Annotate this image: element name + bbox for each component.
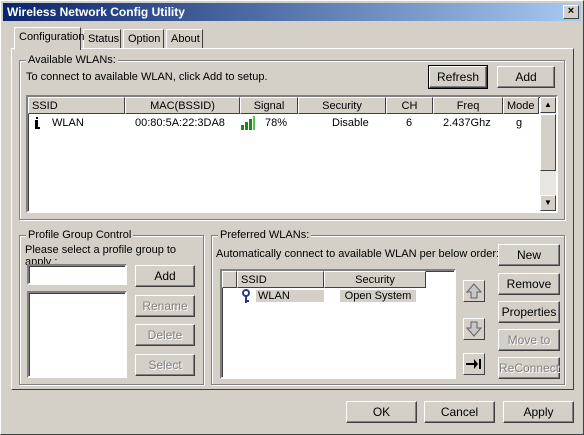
tab-option[interactable]: Option [123,29,164,49]
tab-label: About [171,33,200,45]
column-header-ssid[interactable]: SSID [28,97,125,114]
preferred-properties-button[interactable]: Properties [498,301,560,323]
scroll-up-icon[interactable]: ▲ [540,97,556,113]
wlan-security: Disable [332,117,369,129]
preferred-remove-button[interactable]: Remove [498,273,560,295]
tab-label: Option [128,33,161,45]
profile-rename-button[interactable]: Rename [135,295,195,317]
ok-button[interactable]: OK [346,401,417,423]
close-button[interactable]: × [563,5,579,19]
preferred-wlans-list[interactable]: SSID Security WLAN Open System [220,269,456,379]
scroll-down-icon[interactable]: ▼ [540,195,556,211]
apply-button[interactable]: Apply [503,401,574,423]
available-hint: To connect to available WLAN, click Add … [26,71,268,83]
table-row[interactable]: WLAN Open System [222,289,454,305]
wlan-freq: 2.437Ghz [443,117,491,129]
available-wlans-list[interactable]: SSID MAC(BSSID) Signal Security CH Freq … [26,95,558,213]
preferred-hint: Automatically connect to available WLAN … [216,248,500,260]
window-title: Wireless Network Config Utility [7,5,185,19]
move-up-icon[interactable] [463,280,485,302]
pin-icon[interactable] [463,353,485,375]
tab-label: Configuration [19,31,85,43]
column-header-freq[interactable]: Freq [433,97,503,114]
wlan-mac: 00:80:5A:22:3DA8 [135,117,225,129]
table-row[interactable]: WLAN 00:80:5A:22:3DA8 78% Disable 6 2.43… [28,115,539,131]
profile-name-input[interactable] [27,264,127,285]
wlan-signal: 78% [265,117,288,129]
profile-group-control: Profile Group Control Please select a pr… [19,229,204,385]
preferred-reconnect-button[interactable]: ReConnect [498,357,560,379]
tab-label: Status [88,33,120,45]
wlan-channel: 6 [406,117,413,129]
column-header-mac[interactable]: MAC(BSSID) [125,97,240,114]
tab-configuration[interactable]: Configuration [14,27,85,50]
cancel-button[interactable]: Cancel [424,401,495,423]
column-header-ssid[interactable]: SSID [237,271,324,288]
preferred-ssid: WLAN [256,290,324,302]
column-header-blank [222,271,237,288]
column-header-security[interactable]: Security [298,97,386,114]
preferred-new-button[interactable]: New [498,244,560,266]
profile-group-title: Profile Group Control [26,229,134,241]
tab-about[interactable]: About [166,29,203,49]
station-icon [33,116,41,130]
available-wlans-title: Available WLANs: [26,54,118,66]
wlan-ssid: WLAN [52,117,84,129]
refresh-button[interactable]: Refresh [428,65,488,89]
tab-status[interactable]: Status [83,29,121,49]
profile-delete-button[interactable]: Delete [135,324,195,346]
profile-add-button[interactable]: Add [135,265,195,287]
scroll-thumb[interactable] [540,114,556,171]
title-bar[interactable]: Wireless Network Config Utility × [3,3,581,21]
vertical-scrollbar[interactable]: ▲ ▼ [540,97,556,211]
column-header-ch[interactable]: CH [386,97,433,114]
signal-strength-icon [240,115,256,131]
preferred-security: Open System [340,290,416,302]
main-window: Wireless Network Config Utility × Config… [0,0,584,435]
key-icon [240,289,252,304]
add-wlan-button[interactable]: Add [497,66,555,88]
profile-list[interactable] [27,291,127,378]
preferred-moveto-button[interactable]: Move to [498,329,560,351]
column-header-mode[interactable]: Mode [503,97,539,114]
column-header-signal[interactable]: Signal [240,97,298,114]
move-down-icon[interactable] [463,318,485,340]
preferred-wlans-title: Preferred WLANs: [218,229,312,241]
available-wlans-group: Available WLANs: To connect to available… [19,54,565,220]
configuration-panel: Available WLANs: To connect to available… [11,48,574,390]
column-header-security[interactable]: Security [324,271,426,288]
wlan-mode: g [516,117,523,129]
profile-select-button[interactable]: Select [135,354,195,376]
preferred-wlans-group: Preferred WLANs: Automatically connect t… [211,229,565,385]
